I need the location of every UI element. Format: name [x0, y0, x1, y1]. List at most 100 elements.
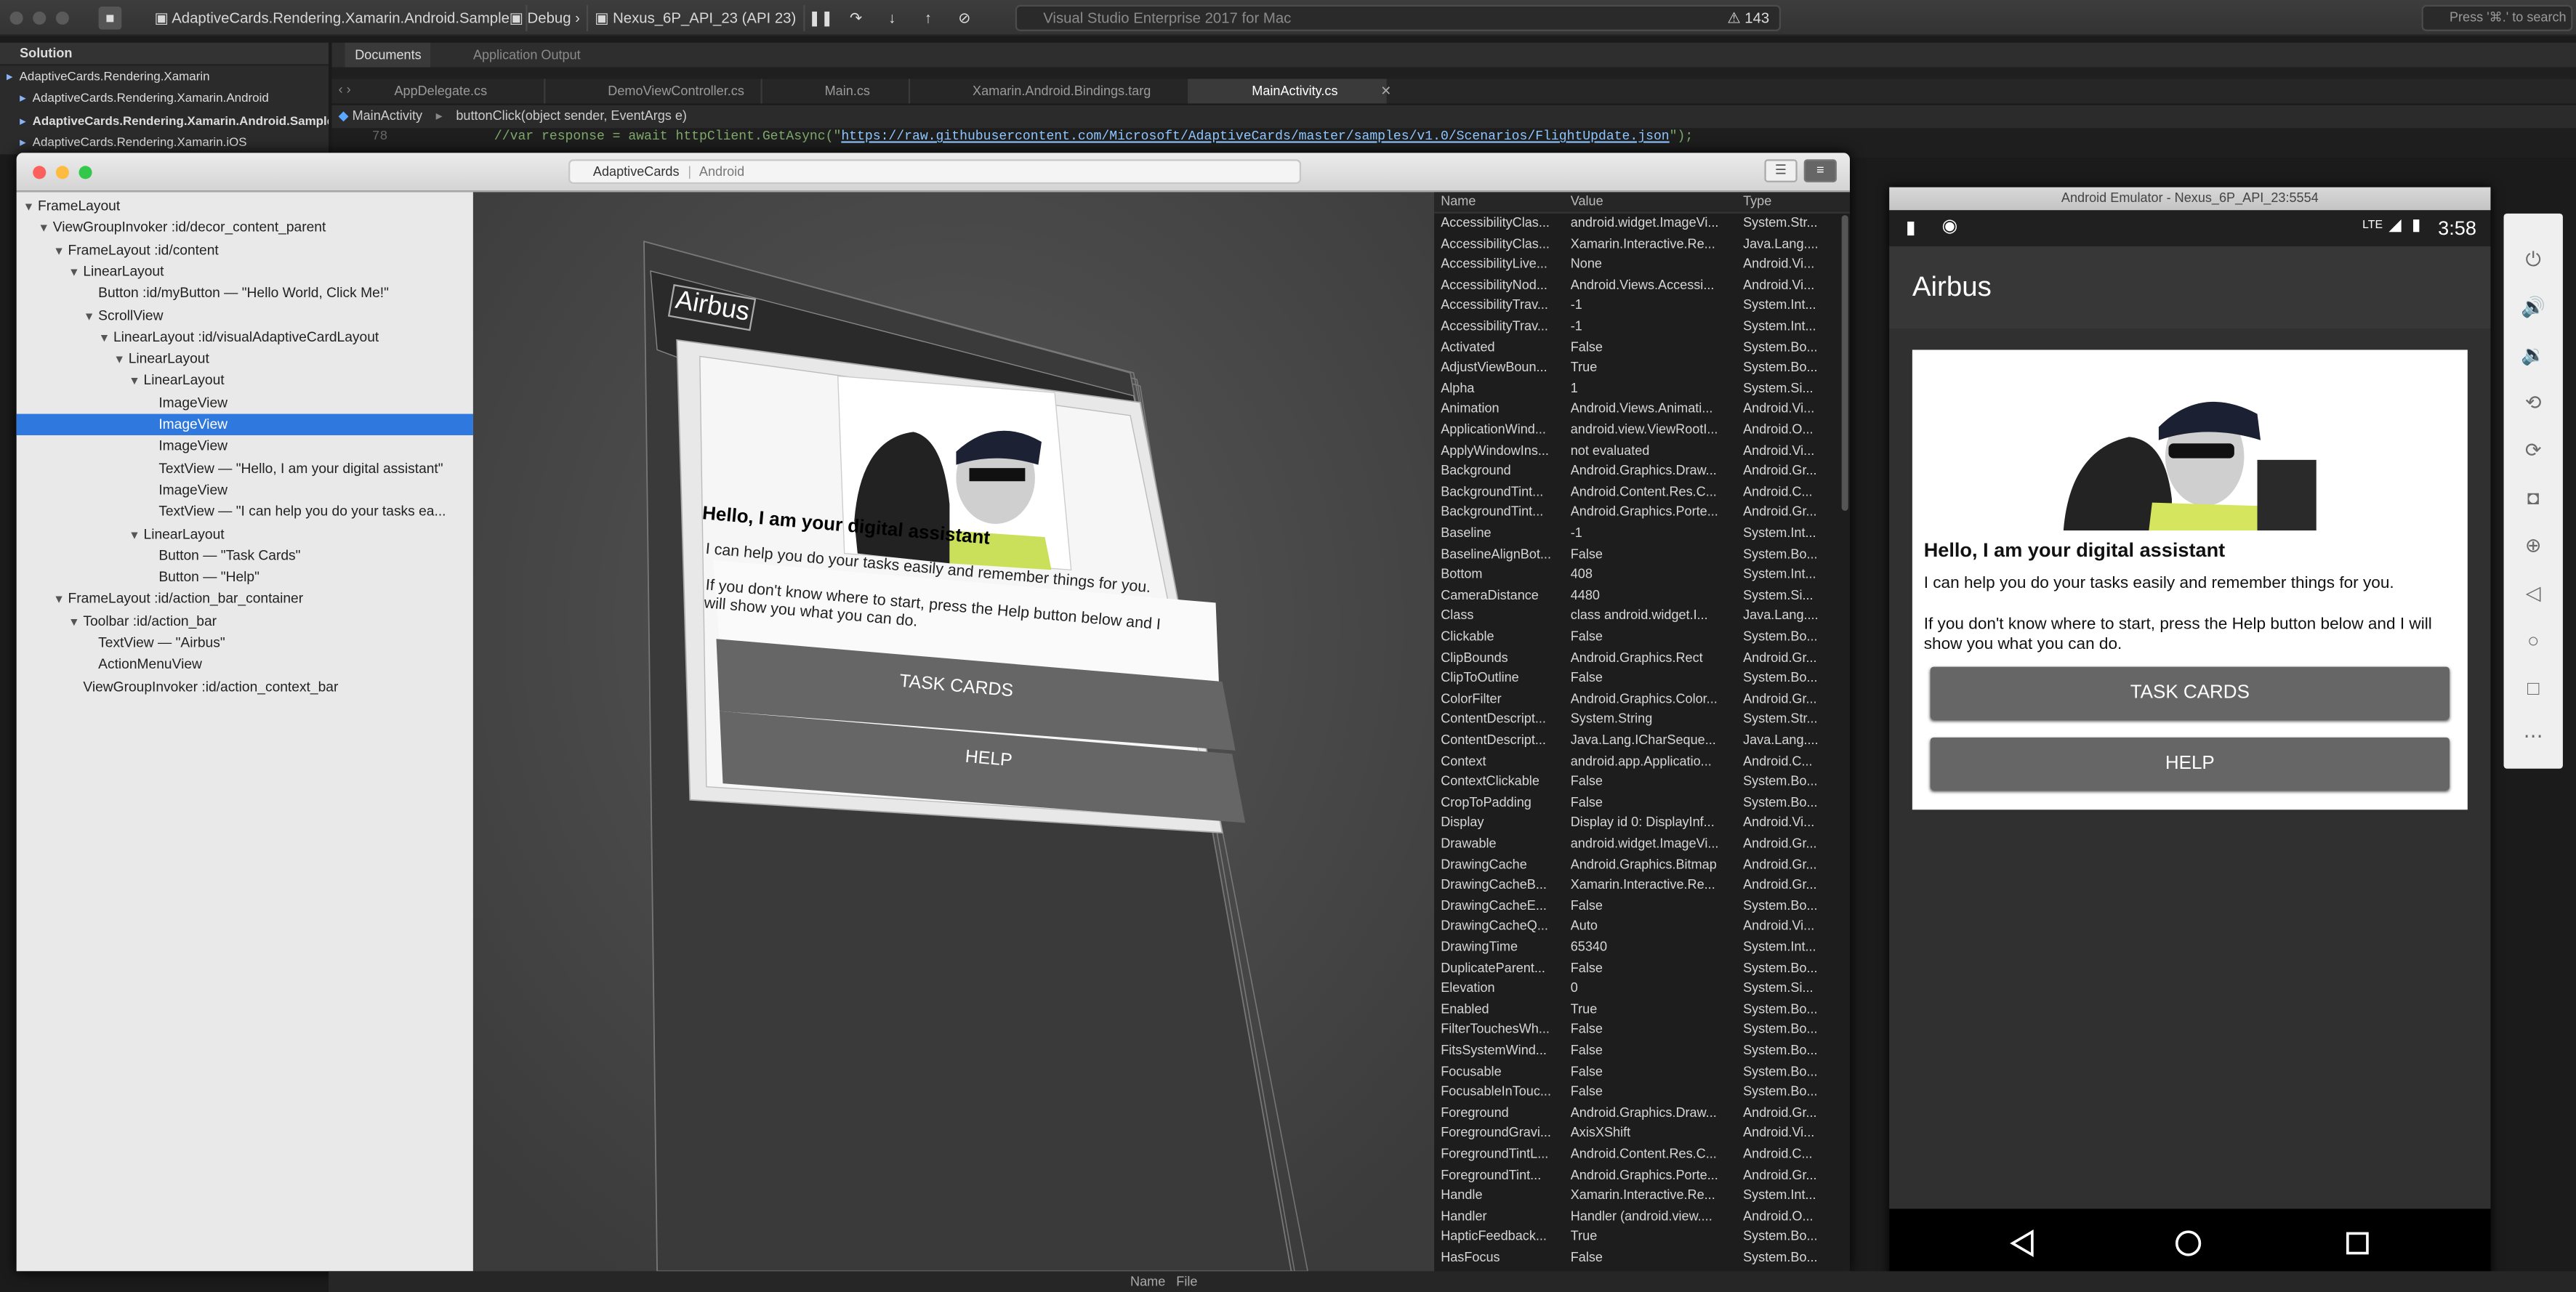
breadcrumb-method[interactable]: buttonClick(object sender, EventArgs e): [456, 108, 687, 123]
tree-row[interactable]: ▼ FrameLayout :id/content: [17, 239, 473, 261]
tree-row[interactable]: TextView — "I can help you do your tasks…: [17, 501, 473, 523]
property-row[interactable]: Drawable android.widget.ImageVi... Android…: [1434, 834, 1850, 855]
tree-row[interactable]: ▼ LinearLayout: [17, 523, 473, 545]
disclosure-triangle-icon[interactable]: ▼: [84, 307, 98, 327]
property-row[interactable]: Class class android.widget.I... Java.Lang.…: [1434, 607, 1850, 627]
task-cards-button[interactable]: TASK CARDS: [1930, 666, 2450, 719]
property-row[interactable]: Background Android.Graphics.Draw... Androi…: [1434, 462, 1850, 483]
disclosure-triangle-icon[interactable]: ▼: [53, 241, 68, 261]
stop-icon[interactable]: ■: [98, 7, 122, 30]
home-icon[interactable]: [2173, 1229, 2203, 1259]
tab-application-output[interactable]: Application Output: [463, 43, 590, 68]
search-input[interactable]: Press '⌘.' to search: [2421, 4, 2573, 31]
tree-row[interactable]: ▼ LinearLayout: [17, 370, 473, 392]
tab-documents[interactable]: Documents: [345, 42, 432, 68]
property-row[interactable]: ContentDescript... System.String System.St…: [1434, 710, 1850, 730]
property-row[interactable]: DuplicateParent... False System.Bo...: [1434, 958, 1850, 979]
property-row[interactable]: AccessibilityNod... Android.Views.Accessi…: [1434, 275, 1850, 296]
property-row[interactable]: Clickable False System.Bo...: [1434, 627, 1850, 647]
pause-icon[interactable]: ❚❚: [808, 7, 833, 30]
step-over-icon[interactable]: ↷: [845, 7, 868, 30]
property-row[interactable]: DrawingCacheQ... Auto Android.Vi...: [1434, 917, 1850, 937]
disclosure-triangle-icon[interactable]: ▼: [129, 525, 143, 545]
header-type[interactable]: Type: [1743, 192, 1842, 212]
tree-row[interactable]: ▼ ScrollView: [17, 304, 473, 326]
solution-item[interactable]: ▸ AdaptiveCards.Rendering.Xamarin.Android: [0, 87, 329, 109]
property-row[interactable]: DrawingCache Android.Graphics.Bitmap Andro…: [1434, 855, 1850, 876]
property-row[interactable]: ContentDescript... Java.Lang.ICharSeque..…: [1434, 731, 1850, 751]
disclosure-triangle-icon[interactable]: ▼: [68, 262, 83, 283]
volume-down-icon[interactable]: 🔉: [2513, 335, 2553, 374]
tree-row[interactable]: Button :id/myButton — "Hello World, Clic…: [17, 283, 473, 304]
property-row[interactable]: BaselineAlignBot... False System.Bo...: [1434, 544, 1850, 565]
property-row[interactable]: Alpha 1 System.Si...: [1434, 379, 1850, 400]
close-button[interactable]: [33, 166, 47, 179]
list-view-icon[interactable]: ≡: [1803, 159, 1837, 182]
property-row[interactable]: FocusableInTouc... False System.Bo...: [1434, 1083, 1850, 1103]
property-row[interactable]: HapticFeedback... True System.Bo...: [1434, 1227, 1850, 1248]
zoom-dot[interactable]: [55, 11, 69, 25]
project-selector[interactable]: ▣ AdaptiveCards.Rendering.Xamarin.Androi…: [148, 4, 527, 31]
disclosure-triangle-icon[interactable]: ▼: [23, 197, 38, 217]
tree-row[interactable]: Button — "Task Cards": [17, 545, 473, 567]
property-row[interactable]: Context android.app.Applicatio... Android.…: [1434, 751, 1850, 772]
config-selector[interactable]: ▣ Debug ›: [503, 4, 589, 31]
property-row[interactable]: AccessibilityClas... Xamarin.Interactive.…: [1434, 234, 1850, 254]
warning-count[interactable]: ⚠ 143: [1727, 7, 1769, 30]
tree-row[interactable]: ViewGroupInvoker :id/action_context_bar: [17, 676, 473, 698]
minimize-button[interactable]: [55, 166, 69, 179]
step-into-icon[interactable]: ↓: [880, 7, 903, 30]
back-icon[interactable]: [2008, 1229, 2037, 1259]
property-row[interactable]: AccessibilityLive... None Android.Vi...: [1434, 255, 1850, 275]
property-row[interactable]: Handler Handler (android.view.... Android.…: [1434, 1207, 1850, 1227]
close-tab-icon[interactable]: ✕: [1380, 78, 1391, 103]
tree-row[interactable]: ImageView: [17, 436, 473, 458]
property-row[interactable]: Foreground Android.Graphics.Draw... Androi…: [1434, 1103, 1850, 1123]
step-out-icon[interactable]: ↑: [917, 7, 940, 30]
property-row[interactable]: ApplicationWind... android.view.ViewRootI…: [1434, 421, 1850, 441]
property-row[interactable]: BackgroundTint... Android.Graphics.Porte.…: [1434, 504, 1850, 524]
back-ctrl-icon[interactable]: ◁: [2513, 573, 2553, 613]
tree-row[interactable]: ImageView: [16, 413, 473, 436]
property-row[interactable]: ClipBounds Android.Graphics.Rect Android.G…: [1434, 648, 1850, 669]
zoom-button[interactable]: [79, 166, 92, 179]
disclosure-triangle-icon[interactable]: ▼: [113, 350, 128, 371]
property-row[interactable]: DrawingCacheE... False System.Bo...: [1434, 897, 1850, 917]
property-row[interactable]: Activated False System.Bo...: [1434, 338, 1850, 358]
file-tab[interactable]: Main.cs: [762, 78, 911, 104]
debug-settings-icon[interactable]: ⊘: [953, 7, 976, 30]
file-tab[interactable]: DemoViewController.cs: [545, 78, 762, 104]
tree-row[interactable]: TextView — "Airbus": [17, 632, 473, 654]
header-value[interactable]: Value: [1571, 192, 1739, 212]
solution-item[interactable]: ▸ AdaptiveCards.Rendering.Xamarin.iOS: [0, 132, 329, 153]
property-row[interactable]: HasFocus False System.Bo...: [1434, 1248, 1850, 1269]
property-row[interactable]: Handle Xamarin.Interactive.Re... System.In…: [1434, 1186, 1850, 1206]
disclosure-triangle-icon[interactable]: ▼: [68, 612, 83, 632]
property-row[interactable]: Baseline -1 System.Int...: [1434, 524, 1850, 544]
close-dot[interactable]: [9, 11, 23, 25]
tree-row[interactable]: ActionMenuView: [17, 654, 473, 676]
zoom-icon[interactable]: ⊕: [2513, 525, 2553, 565]
property-row[interactable]: ForegroundTint... Android.Graphics.Porte.…: [1434, 1166, 1850, 1186]
property-row[interactable]: ContextClickable False System.Bo...: [1434, 772, 1850, 793]
property-row[interactable]: CropToPadding False System.Bo...: [1434, 793, 1850, 813]
props-scrollbar[interactable]: [1841, 215, 1848, 511]
property-row[interactable]: ColorFilter Android.Graphics.Color... Andr…: [1434, 690, 1850, 710]
property-row[interactable]: Enabled True System.Bo...: [1434, 1000, 1850, 1020]
rotate-right-icon[interactable]: ⟳: [2513, 430, 2553, 469]
property-row[interactable]: Display Display id 0: DisplayInf... Androi…: [1434, 814, 1850, 834]
tree-row[interactable]: ▼ LinearLayout: [17, 348, 473, 370]
3d-viewport[interactable]: Airbus Hello, I am your digital assistan…: [472, 192, 1435, 1272]
power-icon[interactable]: ⏻: [2513, 240, 2553, 279]
property-row[interactable]: AdjustViewBoun... True System.Bo...: [1434, 358, 1850, 379]
file-tab[interactable]: AppDelegate.cs: [332, 78, 546, 104]
property-row[interactable]: Focusable False System.Bo...: [1434, 1062, 1850, 1082]
device-selector[interactable]: ▣ Nexus_6P_API_23 (API 23): [588, 4, 805, 31]
property-row[interactable]: DrawingTime 65340 System.Int...: [1434, 938, 1850, 958]
property-row[interactable]: DrawingCacheB... Xamarin.Interactive.Re..…: [1434, 876, 1850, 896]
help-button[interactable]: HELP: [1930, 737, 2450, 791]
file-tab[interactable]: Xamarin.Android.Bindings.targ: [910, 78, 1190, 104]
breadcrumb-class[interactable]: MainActivity: [353, 108, 422, 123]
solution-item[interactable]: ▸ AdaptiveCards.Rendering.Xamarin: [0, 65, 329, 87]
rotate-left-icon[interactable]: ⟲: [2513, 383, 2553, 422]
